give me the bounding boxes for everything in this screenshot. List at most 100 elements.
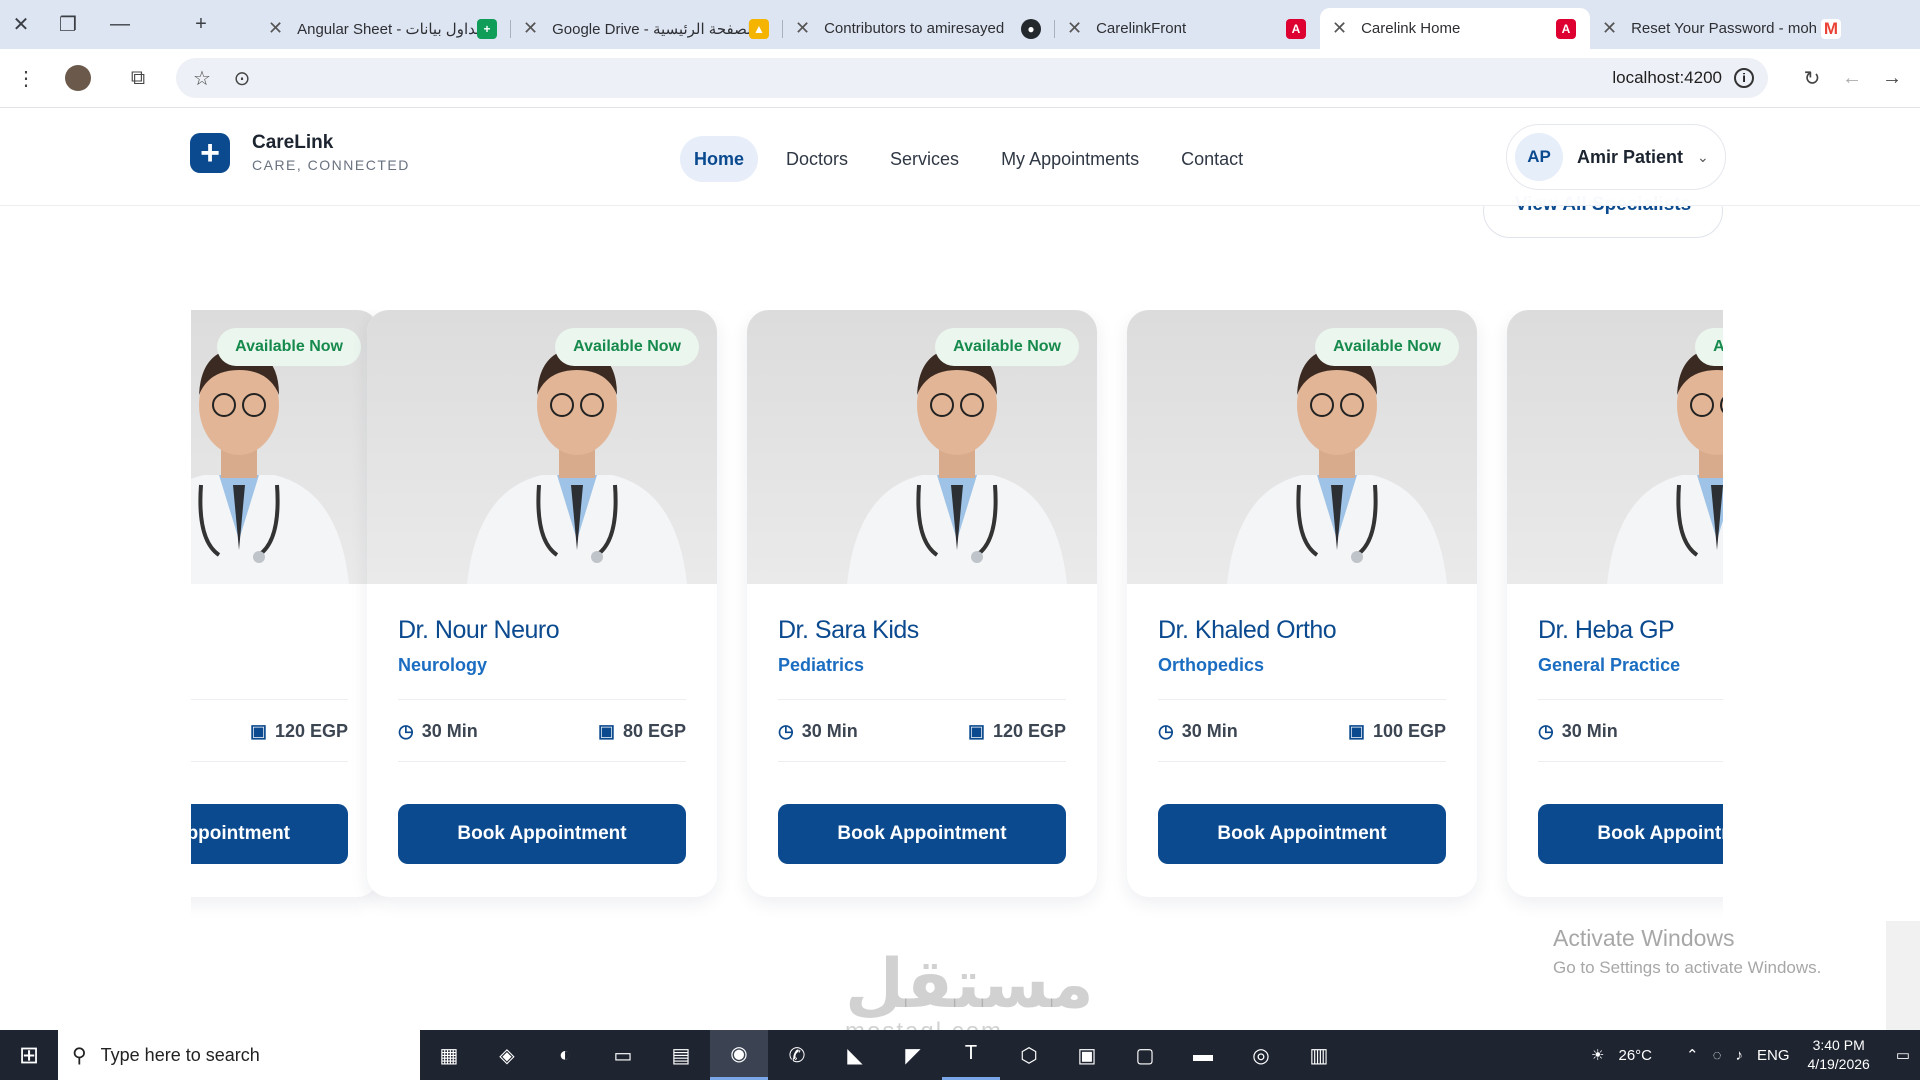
close-window-icon[interactable]: ✕: [0, 0, 42, 49]
extensions-icon[interactable]: ⧉: [118, 58, 158, 98]
menu-dots-icon[interactable]: ⋮: [6, 58, 46, 98]
money-icon: ▣: [597, 720, 615, 741]
back-icon[interactable]: ←: [1832, 58, 1872, 98]
reload-icon[interactable]: ↻: [1792, 58, 1832, 98]
browser-tab[interactable]: ✕ Contributors to amiresayed ●: [783, 8, 1055, 49]
clock-icon: ◷: [778, 720, 794, 741]
network-icon[interactable]: ◌: [1713, 1047, 1722, 1064]
availability-badge: Available Now: [935, 328, 1079, 366]
divider: [398, 761, 686, 762]
user-menu[interactable]: AP Amir Patient ⌄: [1506, 124, 1726, 190]
vscode-icon[interactable]: ◤: [884, 1030, 942, 1080]
search-icon: ⚲: [72, 1044, 87, 1067]
language-indicator[interactable]: ENG: [1757, 1047, 1790, 1064]
browser-tab[interactable]: ✕ Google Drive - الصفحة الرئيسية ▲: [511, 8, 783, 49]
teams-icon[interactable]: T: [942, 1030, 1000, 1080]
copilot-icon[interactable]: ◈: [478, 1030, 536, 1080]
browser-tab[interactable]: ✕ Reset Your Password - moh M: [1590, 8, 1855, 49]
github-icon: ●: [1021, 19, 1041, 39]
nav-contact[interactable]: Contact: [1167, 136, 1257, 182]
windows-taskbar: ⊞ ⚲ Type here to search ▦ ◈ ◐ ▭ ▤ ◉ ✆ ◣ …: [0, 1030, 1920, 1080]
book-appointment-button[interactable]: Book Appointment: [191, 804, 348, 864]
reading-mode-icon[interactable]: ⊙: [222, 58, 262, 98]
session-duration: 30 Min: [1181, 720, 1238, 741]
nav-home[interactable]: Home: [680, 136, 759, 182]
doctor-specialty: Orthopedics: [1158, 655, 1265, 675]
volume-icon[interactable]: ♪: [1736, 1047, 1744, 1064]
doctor-photo: Available Now: [1507, 310, 1723, 584]
doctor-card[interactable]: Available Now Dr. Heba GP General Practice…: [1507, 310, 1723, 897]
main-nav: Home Doctors Services My Appointments Co…: [680, 136, 1271, 182]
doctor-name: Dr. Sara Kids: [778, 616, 919, 644]
store-icon[interactable]: ▤: [652, 1030, 710, 1080]
browser-tab[interactable]: ✕ Angular Sheet - جداول بيانات +: [256, 8, 511, 49]
file-explorer-icon[interactable]: ▭: [594, 1030, 652, 1080]
watermark-logo: مستقل: [845, 945, 1094, 1024]
nav-doctors[interactable]: Doctors: [772, 136, 862, 182]
capture-toolbar[interactable]: [1886, 921, 1920, 1037]
chrome-icon[interactable]: ◉: [710, 1030, 768, 1080]
browser-tab-active[interactable]: ✕ Carelink Home A: [1320, 8, 1590, 49]
postman-icon[interactable]: ◎: [1232, 1030, 1290, 1080]
book-appointment-button[interactable]: Book Appointment: [778, 804, 1066, 864]
forward-icon[interactable]: →: [1872, 58, 1912, 98]
notifications-icon[interactable]: ▭: [1896, 1046, 1910, 1064]
doctor-card[interactable]: Available Now Dr. Nour Neuro Neurology ◷ 30 …: [367, 310, 717, 897]
doctor-specialty: General Practice: [1538, 655, 1681, 675]
close-tab-icon[interactable]: ✕: [268, 18, 283, 39]
doctor-name: Dr. Heba GP: [1538, 616, 1675, 644]
close-tab-icon[interactable]: ✕: [1602, 18, 1617, 39]
session-duration: 30 Min: [801, 720, 858, 741]
close-tab-icon[interactable]: ✕: [795, 18, 810, 39]
taskbar-search[interactable]: ⚲ Type here to search: [58, 1030, 420, 1080]
brand-tagline: CARE, CONNECTED: [252, 157, 410, 173]
close-tab-icon[interactable]: ✕: [1067, 18, 1082, 39]
nav-my-appointments[interactable]: My Appointments: [987, 136, 1153, 182]
url-text[interactable]: localhost:4200: [1612, 68, 1722, 88]
taskbar-clock[interactable]: 3:40 PM 4/19/2026: [1808, 1036, 1870, 1074]
windows-start-icon[interactable]: ⊞: [0, 1030, 58, 1080]
app-icon[interactable]: ⬡: [1000, 1030, 1058, 1080]
weather-icon[interactable]: ☀: [1591, 1046, 1604, 1064]
new-tab-icon[interactable]: +: [146, 0, 256, 49]
address-bar[interactable]: ☆ ⊙ localhost:4200 i: [176, 58, 1768, 98]
doctor-card[interactable]: Available Now Dr. Khaled Ortho Orthopedics…: [1127, 310, 1477, 897]
bookmark-star-icon[interactable]: ☆: [182, 58, 222, 98]
visual-studio-icon[interactable]: ◣: [826, 1030, 884, 1080]
divider: [1158, 761, 1446, 762]
divider: [398, 699, 686, 700]
restore-window-icon[interactable]: ❐: [42, 0, 94, 49]
close-tab-icon[interactable]: ✕: [1332, 18, 1347, 39]
session-price: 120 EGP: [992, 720, 1066, 741]
sql-server-icon[interactable]: ▥: [1290, 1030, 1348, 1080]
book-appointment-button[interactable]: Book Appointment: [1538, 804, 1723, 864]
remote-desktop-icon[interactable]: ▢: [1116, 1030, 1174, 1080]
browser-tab[interactable]: ✕ CarelinkFront A: [1055, 8, 1320, 49]
close-tab-icon[interactable]: ✕: [523, 18, 538, 39]
book-appointment-button[interactable]: Book Appointment: [1158, 804, 1446, 864]
terminal-icon[interactable]: ▬: [1174, 1030, 1232, 1080]
brand[interactable]: + CareLink CARE, CONNECTED: [190, 132, 410, 173]
brand-name: CareLink: [252, 132, 334, 153]
site-info-icon[interactable]: i: [1734, 68, 1754, 88]
book-appointment-button[interactable]: Book Appointment: [398, 804, 686, 864]
site-header: + CareLink CARE, CONNECTED Home Doctors …: [0, 108, 1920, 206]
whatsapp-icon[interactable]: ✆: [768, 1030, 826, 1080]
doctor-card[interactable]: Available Now◷▣120 EGPBook Appointment: [191, 310, 379, 897]
minimize-window-icon[interactable]: —: [94, 0, 146, 49]
task-view-icon[interactable]: ▦: [420, 1030, 478, 1080]
doctor-name: Dr. Khaled Ortho: [1158, 616, 1337, 644]
doctor-specialty: Neurology: [398, 655, 488, 675]
nav-services[interactable]: Services: [876, 136, 973, 182]
office-icon[interactable]: ▣: [1058, 1030, 1116, 1080]
divider: [778, 761, 1066, 762]
money-icon: ▣: [967, 720, 985, 741]
doctor-card[interactable]: Available Now Dr. Sara Kids Pediatrics ◷ 30 …: [747, 310, 1097, 897]
activate-windows-notice: Activate Windows Go to Settings to activ…: [1553, 925, 1822, 977]
edge-icon[interactable]: ◐: [536, 1030, 594, 1080]
user-name: Amir Patient: [1577, 146, 1684, 167]
chevron-up-icon[interactable]: ⌃: [1686, 1046, 1699, 1064]
profile-avatar-icon[interactable]: [58, 58, 98, 98]
divider: [778, 699, 1066, 700]
session-price: 80 EGP: [622, 720, 686, 741]
